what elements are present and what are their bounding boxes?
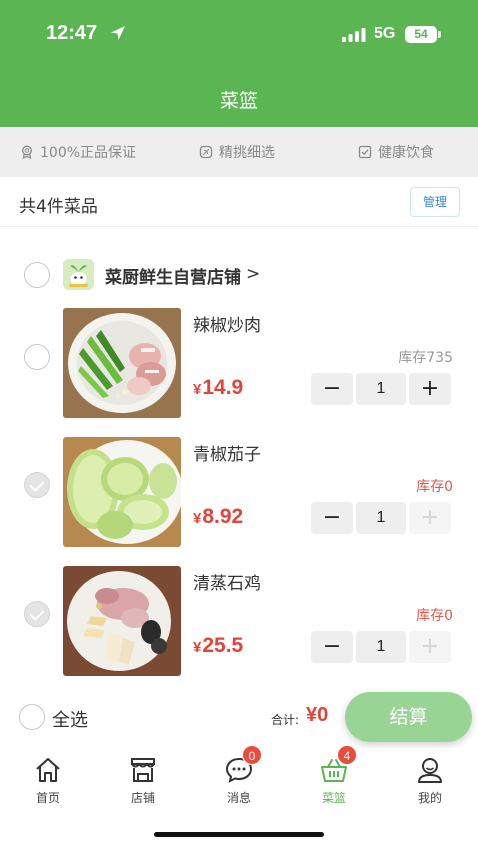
home-icon [36, 758, 60, 782]
select-all-label[interactable]: 全选 [52, 706, 88, 732]
network-label: 5G [374, 25, 396, 42]
check-square-icon [358, 145, 372, 159]
tab-messages[interactable]: 0 消息 [191, 745, 287, 810]
tab-label: 菜篮 [321, 791, 346, 805]
cart-count: 共4件菜品 [19, 197, 98, 217]
select-all-checkbox[interactable] [19, 704, 45, 730]
item-select-checkbox[interactable] [24, 344, 50, 370]
promise-bar: 100%正品保证 精挑细选 健康饮食 [0, 127, 478, 177]
total-value: ¥0 [306, 704, 329, 726]
battery-icon: 54 [405, 26, 437, 43]
tab-label: 首页 [35, 791, 60, 805]
tab-label: 店铺 [130, 791, 155, 805]
app-header: 12:47 5G 54 菜篮 [0, 0, 478, 127]
shop-logo [63, 259, 94, 290]
tab-bar: 首页 店铺 0 消息 4 菜篮 我的 [0, 745, 478, 810]
price-value: 25.5 [202, 634, 244, 657]
leaf-icon [199, 145, 213, 159]
decrease-button[interactable]: − [311, 631, 353, 663]
item-select-checkbox[interactable] [24, 601, 50, 627]
status-time: 12:47 [46, 22, 98, 44]
chevron-right-icon[interactable]: > [246, 264, 260, 284]
decrease-button[interactable]: − [311, 502, 353, 534]
decrease-button[interactable]: − [311, 373, 353, 405]
user-icon [418, 758, 442, 783]
location-arrow-icon [111, 26, 125, 40]
quantity-stepper: − 1 + [311, 631, 451, 663]
signal-icon [342, 28, 366, 42]
checkout-bar: 全选 合计: ¥0 结算 [0, 692, 478, 744]
product-name[interactable]: 辣椒炒肉 [193, 311, 261, 336]
promise-selected: 精挑细选 [199, 127, 275, 177]
store-icon [131, 758, 155, 782]
quantity-value[interactable]: 1 [356, 502, 406, 534]
stock-label: 库存0 [416, 479, 453, 495]
basket-badge: 4 [337, 745, 357, 765]
currency-symbol: ¥ [193, 639, 202, 656]
quantity-value[interactable]: 1 [356, 373, 406, 405]
promise-label: 100%正品保证 [40, 145, 137, 161]
home-indicator [154, 832, 324, 837]
increase-button[interactable]: + [409, 502, 451, 534]
product-image[interactable] [63, 308, 181, 418]
tab-home[interactable]: 首页 [0, 748, 96, 810]
product-image[interactable] [63, 566, 181, 676]
battery-tip [438, 31, 441, 38]
stock-label: 库存0 [416, 608, 453, 624]
stock-label: 库存735 [398, 350, 453, 366]
tab-label: 消息 [226, 791, 251, 805]
product-name[interactable]: 清蒸石鸡 [193, 569, 261, 594]
promise-label: 健康饮食 [378, 145, 434, 161]
product-price: ¥25.5 [193, 634, 243, 658]
tab-label: 我的 [417, 791, 442, 805]
tab-profile[interactable]: 我的 [382, 748, 478, 810]
product-price: ¥14.9 [193, 376, 243, 400]
item-select-checkbox[interactable] [24, 472, 50, 498]
checkout-button[interactable]: 结算 [345, 692, 472, 742]
total-label: 合计: [271, 713, 300, 727]
quantity-value[interactable]: 1 [356, 631, 406, 663]
cart-count-row: 共4件菜品 管理 [0, 177, 478, 227]
shop-select-checkbox[interactable] [24, 262, 50, 288]
product-name[interactable]: 青椒茄子 [193, 440, 261, 465]
promise-healthy: 健康饮食 [358, 127, 434, 177]
currency-symbol: ¥ [193, 510, 202, 527]
message-badge: 0 [242, 745, 262, 765]
shop-name[interactable]: 菜厨鲜生自营店铺 [105, 263, 241, 288]
price-value: 14.9 [202, 376, 244, 399]
page-title: 菜篮 [219, 90, 258, 112]
tab-store[interactable]: 店铺 [95, 748, 191, 810]
price-value: 8.92 [202, 505, 244, 528]
product-image[interactable] [63, 437, 181, 547]
product-price: ¥8.92 [193, 505, 243, 529]
promise-genuine: 100%正品保证 [20, 127, 136, 177]
promise-label: 精挑细选 [219, 145, 275, 161]
quantity-stepper: − 1 + [311, 502, 451, 534]
badge-icon [22, 145, 32, 159]
increase-button[interactable]: + [409, 373, 451, 405]
tab-basket[interactable]: 4 菜篮 [286, 745, 382, 810]
increase-button[interactable]: + [409, 631, 451, 663]
manage-button[interactable]: 管理 [410, 187, 460, 217]
currency-symbol: ¥ [193, 381, 202, 398]
quantity-stepper: − 1 + [311, 373, 451, 405]
